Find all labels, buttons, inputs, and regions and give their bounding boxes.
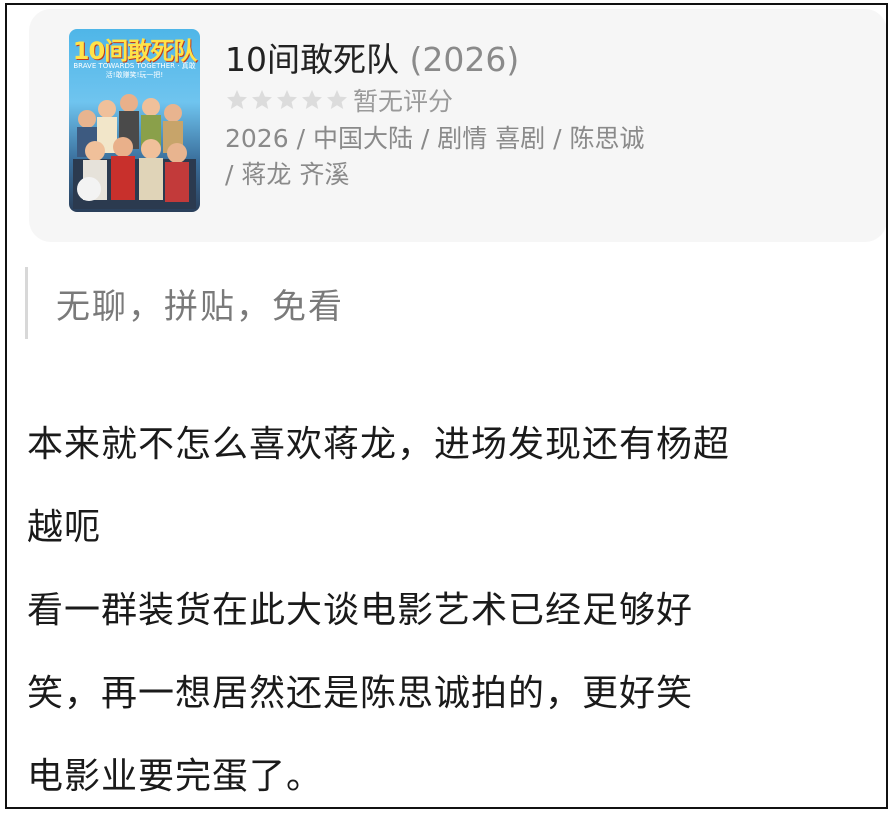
movie-card[interactable]: 10间敢死队 BRAVE TOWARDS TOGETHER · 真敢活!敢赚笑!… [29,9,886,242]
star-icon [277,90,297,109]
movie-meta: 2026 / 中国大陆 / 剧情 喜剧 / 陈思诚 / 蒋龙 齐溪 [225,121,725,193]
movie-meta-line-2: / 蒋龙 齐溪 [225,160,350,189]
star-icon [302,90,322,109]
review-line: 越呃 [27,507,102,548]
review-quote-text: 无聊，拼贴，免看 [56,286,344,327]
screenshot-frame: 10间敢死队 BRAVE TOWARDS TOGETHER · 真敢活!敢赚笑!… [5,3,888,809]
review-line: 笑，再一想居然还是陈思诚拍的，更好笑 [27,673,694,714]
movie-poster[interactable]: 10间敢死队 BRAVE TOWARDS TOGETHER · 真敢活!敢赚笑!… [69,29,200,212]
star-icon [327,90,347,109]
review-line: 看一群装货在此大谈电影艺术已经足够好 [27,590,694,631]
rating-text: 暂无评分 [353,87,454,116]
poster-crowd-illustration [73,94,196,209]
movie-title[interactable]: 10间敢死队 (2026) [225,33,519,81]
review-line: 本来就不怎么喜欢蒋龙，进场发现还有杨超 [27,424,731,465]
review-line: 电影业要完蛋了。 [27,756,324,797]
star-icon [252,90,272,109]
poster-tagline: BRAVE TOWARDS TOGETHER · 真敢活!敢赚笑!玩一把! [73,62,196,79]
review-quote: 无聊，拼贴，免看 [25,267,344,339]
movie-meta-line-1: 2026 / 中国大陆 / 剧情 喜剧 / 陈思诚 [225,124,645,153]
rating-row: 暂无评分 [225,83,453,117]
poster-title: 10间敢死队 [72,37,197,65]
star-icon [227,90,247,109]
review-body: 本来就不怎么喜欢蒋龙，进场发现还有杨超 越呃 看一群装货在此大谈电影艺术已经足够… [27,403,886,807]
movie-year: (2026) [409,40,520,79]
movie-title-text: 10间敢死队 [225,40,399,79]
star-rating [225,88,349,112]
